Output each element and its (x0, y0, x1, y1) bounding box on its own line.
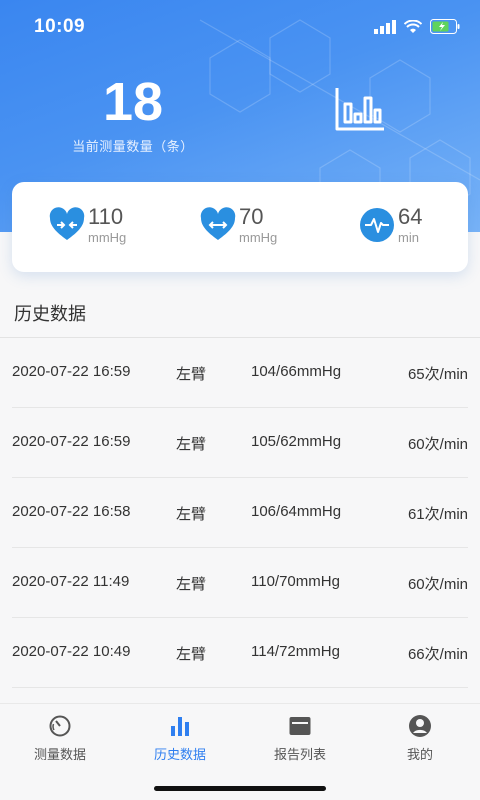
heart-expand-icon (200, 207, 236, 240)
tab-reports[interactable]: 报告列表 (240, 714, 360, 763)
row-blood-pressure: 104/66mmHg (251, 363, 342, 380)
systolic-metric: 110 mmHg (48, 204, 126, 246)
row-blood-pressure: 106/64mmHg (251, 503, 342, 520)
wifi-icon (404, 19, 422, 33)
pulse-value: 64 (398, 204, 423, 229)
row-arm: 左臂 (176, 576, 207, 593)
signal-icon (374, 19, 396, 34)
status-icons (374, 19, 460, 34)
diastolic-metric: 70 mmHg (199, 204, 277, 246)
diastolic-unit: mmHg (239, 230, 278, 245)
tab-history[interactable]: 历史数据 (120, 714, 240, 763)
row-blood-pressure: 110/70mmHg (251, 573, 340, 590)
row-datetime: 2020-07-22 16:58 (12, 503, 131, 520)
status-time: 10:09 (34, 16, 86, 37)
history-row[interactable]: 2020-07-22 10:49 左臂 114/72mmHg 66次/min (0, 618, 480, 688)
bar-chart-icon[interactable] (334, 86, 386, 132)
count-value: 18 (102, 72, 164, 132)
history-title: 历史数据 (14, 304, 86, 324)
row-datetime: 2020-07-22 10:49 (12, 643, 131, 660)
measurement-count: 18 当前测量数量（条） (58, 74, 208, 155)
bottom-tab-bar: 测量数据 历史数据 报告列表 我的 (0, 703, 480, 800)
history-list: 2020-07-22 16:59 左臂 104/66mmHg 65次/min 2… (0, 338, 480, 688)
history-row[interactable]: 2020-07-22 16:59 左臂 104/66mmHg 65次/min (0, 338, 480, 408)
systolic-value: 110 (88, 204, 124, 229)
battery-icon (430, 19, 460, 34)
home-indicator (154, 786, 326, 791)
row-heart-rate: 65次/min (407, 366, 468, 383)
pulse-metric: 64 min (358, 204, 422, 246)
row-arm: 左臂 (176, 646, 207, 663)
row-blood-pressure: 114/72mmHg (251, 643, 340, 660)
tab-label: 历史数据 (153, 747, 206, 762)
tab-mine[interactable]: 我的 (360, 714, 480, 763)
systolic-unit: mmHg (88, 230, 127, 245)
status-bar: 10:09 (0, 0, 480, 56)
row-arm: 左臂 (176, 366, 207, 383)
pulse-unit: min (398, 230, 419, 245)
heart-compress-icon (49, 207, 85, 240)
gauge-icon (49, 715, 71, 737)
history-row[interactable]: 2020-07-22 16:59 左臂 105/62mmHg 60次/min (0, 408, 480, 478)
tab-label: 测量数据 (33, 747, 86, 762)
report-icon (289, 717, 311, 735)
row-datetime: 2020-07-22 11:49 (12, 573, 130, 590)
row-blood-pressure: 105/62mmHg (251, 433, 342, 450)
user-icon (409, 715, 431, 737)
bar-chart-icon (171, 717, 189, 736)
row-heart-rate: 61次/min (407, 506, 468, 523)
tab-label: 我的 (406, 747, 433, 762)
row-heart-rate: 60次/min (407, 576, 468, 593)
count-label: 当前测量数量（条） (72, 139, 194, 154)
row-arm: 左臂 (176, 436, 207, 453)
tab-measure[interactable]: 测量数据 (0, 714, 120, 763)
row-arm: 左臂 (176, 506, 207, 523)
diastolic-value: 70 (239, 204, 264, 229)
history-row[interactable]: 2020-07-22 16:58 左臂 106/64mmHg 61次/min (0, 478, 480, 548)
row-datetime: 2020-07-22 16:59 (12, 433, 131, 450)
row-heart-rate: 66次/min (407, 646, 468, 663)
history-row[interactable]: 2020-07-22 11:49 左臂 110/70mmHg 60次/min (0, 548, 480, 618)
tab-label: 报告列表 (273, 747, 326, 762)
row-heart-rate: 60次/min (407, 436, 468, 453)
latest-readings-card: 110 mmHg 70 mmHg 64 min (12, 182, 468, 272)
pulse-icon (360, 208, 394, 242)
row-datetime: 2020-07-22 16:59 (12, 363, 131, 380)
